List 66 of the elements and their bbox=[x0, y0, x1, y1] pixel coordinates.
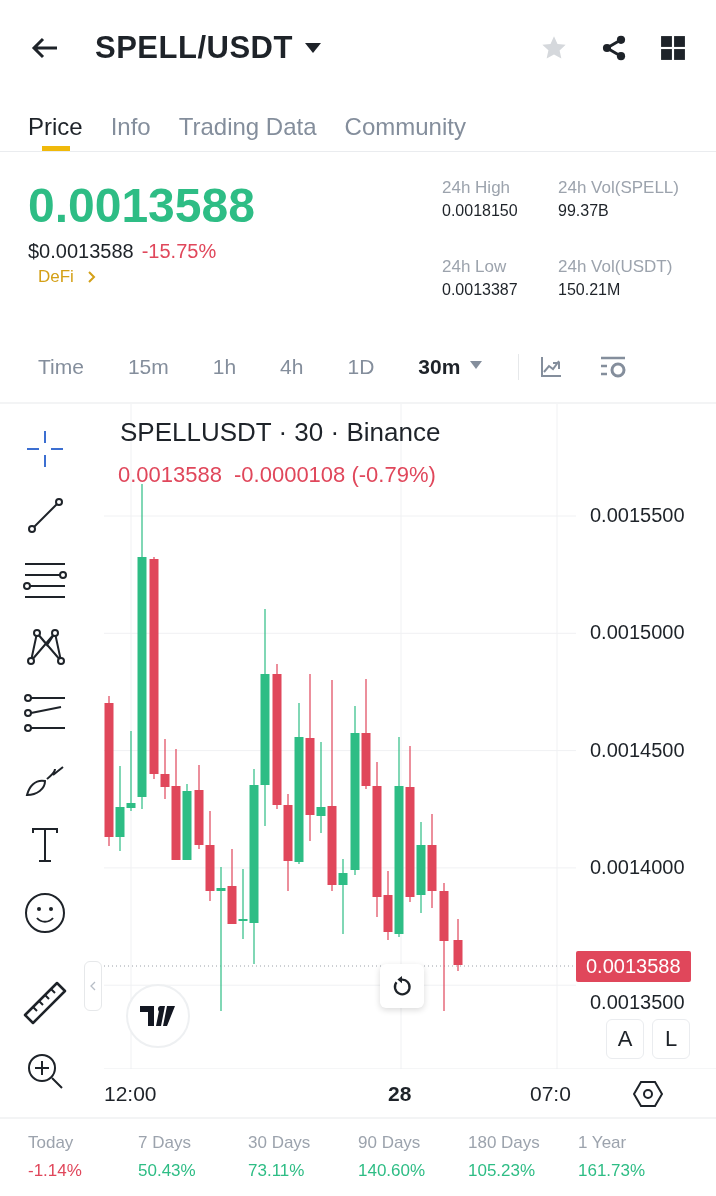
time-axis-label: 07:0 bbox=[530, 1082, 571, 1106]
stat-value: 150.21M bbox=[558, 281, 622, 299]
emoji-icon[interactable] bbox=[23, 891, 67, 935]
interval-tab[interactable]: 1h bbox=[200, 355, 249, 379]
candle bbox=[453, 919, 463, 971]
price-axis-label: 0.0013500 bbox=[590, 991, 685, 1015]
tab[interactable]: Info bbox=[110, 95, 151, 151]
interval-tab[interactable]: 1D bbox=[335, 355, 387, 379]
reset-button[interactable] bbox=[380, 964, 424, 1008]
scale-button[interactable]: A bbox=[606, 1019, 644, 1059]
fib-levels-icon[interactable] bbox=[23, 693, 67, 733]
tab[interactable]: Community bbox=[344, 95, 466, 151]
pattern-icon[interactable] bbox=[25, 627, 65, 667]
stat-value: 99.37B bbox=[558, 202, 610, 220]
period-label: 7 Days bbox=[138, 1133, 192, 1153]
period-label: 1 Year bbox=[578, 1133, 628, 1153]
period-change: 140.60% bbox=[358, 1161, 427, 1181]
pair-title[interactable]: SPELL/USDT bbox=[95, 29, 293, 66]
legend-price: 0.0013588 bbox=[118, 462, 222, 488]
collapse-handle[interactable] bbox=[84, 961, 102, 1011]
chart-type-icon[interactable] bbox=[539, 355, 564, 379]
period-label: 30 Days bbox=[248, 1133, 312, 1153]
trend-line-icon[interactable] bbox=[25, 495, 65, 535]
period-change: 161.73% bbox=[578, 1161, 647, 1181]
period-change: -1.14% bbox=[28, 1161, 83, 1181]
settings-icon[interactable] bbox=[633, 1080, 663, 1108]
legend-change: -0.0000108 (-0.79%) bbox=[234, 462, 436, 488]
interval-tab[interactable]: 30m bbox=[406, 355, 495, 379]
stat-label: 24h High bbox=[442, 178, 512, 198]
last-price: 0.0013588 bbox=[28, 178, 256, 234]
price-axis-label: 0.0014000 bbox=[590, 855, 685, 879]
back-icon[interactable] bbox=[31, 35, 59, 60]
time-axis-label: 12:00 bbox=[104, 1082, 157, 1106]
period-label: 90 Days bbox=[358, 1133, 422, 1153]
stat-value: 0.0018150 bbox=[442, 202, 519, 220]
interval-tab[interactable]: Time bbox=[26, 355, 96, 379]
period-change: 50.43% bbox=[138, 1161, 197, 1181]
usd-price: $0.0013588 bbox=[28, 240, 134, 263]
interval-tab[interactable]: 15m bbox=[115, 355, 181, 379]
period-label: Today bbox=[28, 1133, 75, 1153]
period-label: 180 Days bbox=[468, 1133, 541, 1153]
reset-icon[interactable] bbox=[391, 975, 413, 997]
caret-icon[interactable] bbox=[304, 42, 321, 53]
price-axis-label: 0.0015000 bbox=[590, 621, 685, 645]
category-link[interactable]: DeFi bbox=[38, 267, 74, 287]
stat-label: 24h Vol(USDT) bbox=[558, 257, 674, 277]
interval-tab[interactable]: 4h bbox=[268, 355, 316, 379]
parallel-lines-icon[interactable] bbox=[23, 561, 67, 601]
price-axis-label: 0.0015500 bbox=[590, 504, 685, 527]
period-change: 73.11% bbox=[248, 1161, 306, 1181]
crosshair-icon[interactable] bbox=[25, 429, 65, 469]
stat-label: 24h Low bbox=[442, 257, 508, 277]
zoom-in-icon[interactable] bbox=[25, 1051, 65, 1091]
grid-icon[interactable] bbox=[660, 34, 686, 61]
time-axis-label: 28 bbox=[388, 1082, 412, 1106]
tab[interactable]: Trading Data bbox=[178, 95, 317, 151]
price-axis-label: 0.0014500 bbox=[590, 738, 685, 762]
share-icon[interactable] bbox=[600, 33, 628, 62]
chart-legend: SPELLUSDT · 30 · Binance bbox=[120, 417, 441, 448]
tab[interactable]: Price bbox=[28, 95, 83, 151]
scale-button[interactable]: L bbox=[652, 1019, 690, 1059]
stat-label: 24h Vol(SPELL) bbox=[558, 178, 680, 198]
last-price-tag: 0.0013588 bbox=[576, 951, 691, 982]
period-change: 105.23% bbox=[468, 1161, 537, 1181]
stat-value: 0.0013387 bbox=[442, 281, 519, 299]
change-percent: -15.75% bbox=[141, 240, 217, 263]
